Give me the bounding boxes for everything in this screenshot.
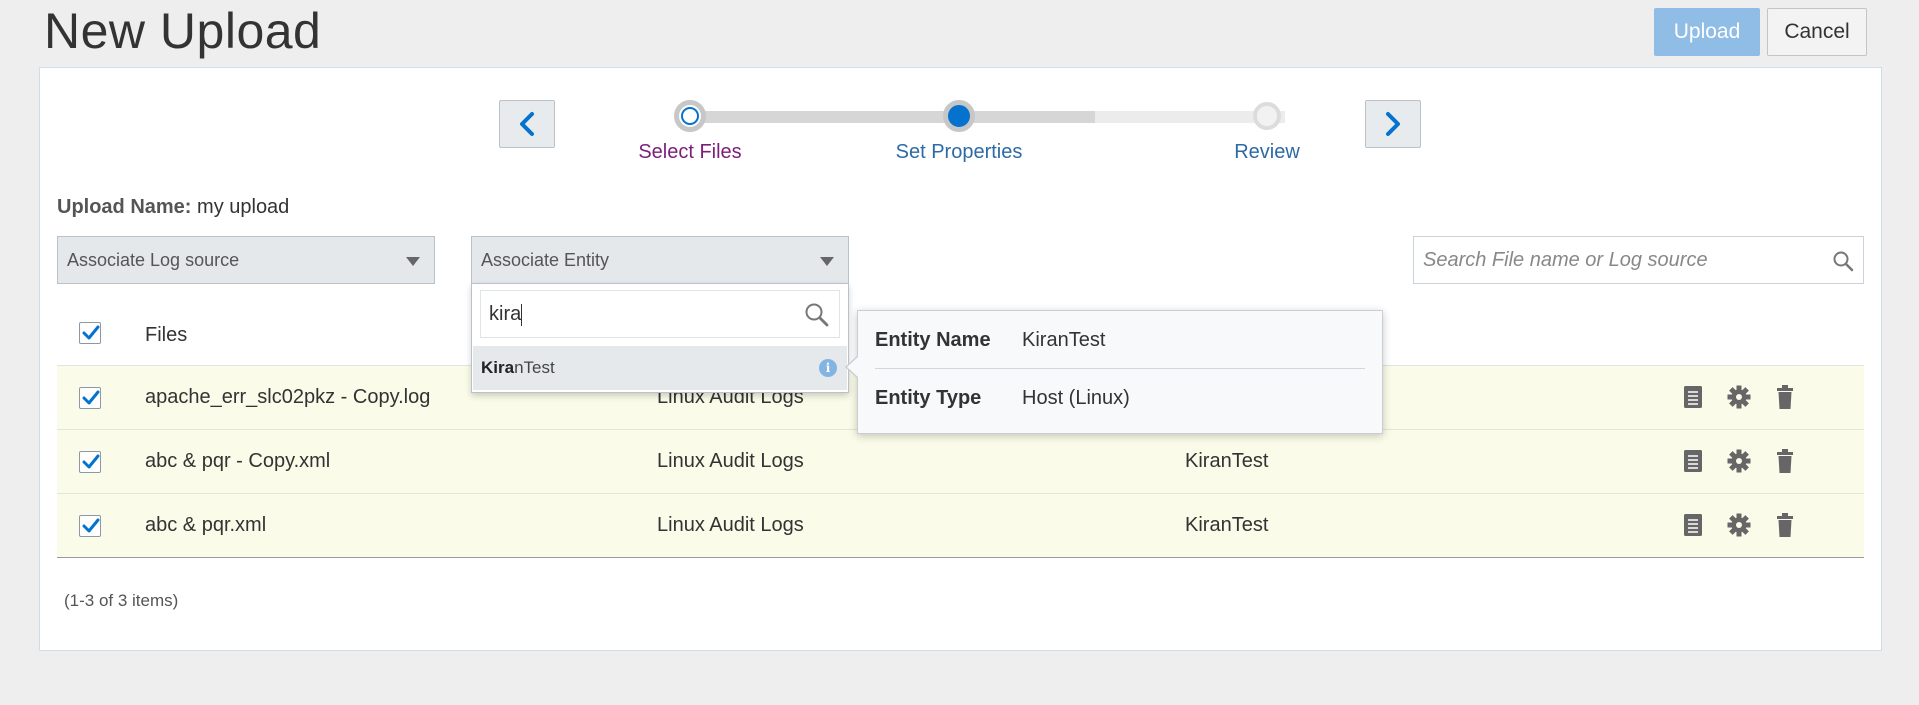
associate-entity-label: Associate Entity <box>481 250 610 270</box>
search-icon[interactable] <box>1831 249 1855 273</box>
checkmark-icon <box>82 518 100 533</box>
train-stop-select-files[interactable] <box>674 100 706 132</box>
next-step-button[interactable] <box>1365 100 1421 148</box>
file-name: abc & pqr.xml <box>145 514 267 536</box>
details-icon[interactable] <box>1680 383 1706 411</box>
upload-button[interactable]: Upload <box>1654 8 1760 56</box>
checkmark-icon <box>82 325 100 340</box>
upload-name: Upload Name: my upload <box>57 196 289 219</box>
associate-log-source-select[interactable]: Associate Log source <box>57 236 435 284</box>
entity-details-popover: Entity Name KiranTest Entity Type Host (… <box>845 310 1383 434</box>
entity-type-value: Host (Linux) <box>1022 387 1130 409</box>
train-label-select-files[interactable]: Select Files <box>590 141 790 164</box>
file-name: apache_err_slc02pkz - Copy.log <box>145 386 431 408</box>
train-label-review[interactable]: Review <box>1167 141 1367 164</box>
select-all-checkbox[interactable] <box>79 322 101 344</box>
checkmark-icon <box>82 390 100 405</box>
entity-dropdown: kira KiranTest i <box>471 283 849 393</box>
train-track-completed <box>691 111 1135 123</box>
trash-icon[interactable] <box>1772 447 1798 475</box>
row-actions <box>1680 447 1798 475</box>
cancel-button[interactable]: Cancel <box>1767 8 1867 56</box>
gear-icon[interactable] <box>1726 383 1752 411</box>
entity-name-row: Entity Name KiranTest <box>875 311 1365 369</box>
caret-down-icon <box>820 257 834 266</box>
associate-log-source-label: Associate Log source <box>67 250 240 270</box>
row-checkbox[interactable] <box>79 387 101 409</box>
gear-icon[interactable] <box>1726 511 1752 539</box>
items-count: (1-3 of 3 items) <box>64 591 179 610</box>
text-cursor <box>521 303 523 326</box>
upload-name-value: my upload <box>197 196 290 218</box>
search-icon[interactable] <box>803 301 831 329</box>
option-match-text: Kira <box>481 358 515 377</box>
upload-name-label: Upload Name: <box>57 196 192 218</box>
trash-icon[interactable] <box>1772 383 1798 411</box>
row-actions <box>1680 511 1798 539</box>
checkmark-icon <box>82 454 100 469</box>
chevron-right-icon <box>1386 112 1400 136</box>
gear-icon[interactable] <box>1726 447 1752 475</box>
log-source: Linux Audit Logs <box>657 450 804 472</box>
train-stop-review[interactable] <box>1253 102 1281 130</box>
search-placeholder: Search File name or Log source <box>1423 249 1708 271</box>
entity-search-query: kira <box>489 303 522 325</box>
train-stop-set-properties[interactable] <box>943 100 975 132</box>
associate-entity-select[interactable]: Associate Entity <box>471 236 849 284</box>
caret-down-icon <box>406 257 420 266</box>
entity-name-value: KiranTest <box>1022 329 1106 351</box>
log-source: Linux Audit Logs <box>657 514 804 536</box>
row-actions <box>1680 383 1798 411</box>
entity-type-label: Entity Type <box>875 387 982 409</box>
entity: KiranTest <box>1185 514 1269 536</box>
chevron-left-icon <box>520 112 534 136</box>
entity-option-kirantest[interactable]: KiranTest i <box>473 346 847 390</box>
entity-type-row: Entity Type Host (Linux) <box>875 369 1365 427</box>
table-row[interactable]: abc & pqr.xml Linux Audit Logs KiranTest <box>57 494 1864 558</box>
table-row[interactable]: abc & pqr - Copy.xml Linux Audit Logs Ki… <box>57 430 1864 494</box>
column-header-files: Files <box>145 324 188 346</box>
file-search-input[interactable]: Search File name or Log source <box>1413 236 1864 284</box>
row-checkbox[interactable] <box>79 451 101 473</box>
entity-name-label: Entity Name <box>875 329 991 351</box>
info-icon[interactable]: i <box>819 359 837 377</box>
details-icon[interactable] <box>1680 511 1706 539</box>
row-checkbox[interactable] <box>79 515 101 537</box>
option-rest-text: nTest <box>514 358 555 377</box>
entity-search-input[interactable]: kira <box>480 290 840 338</box>
previous-step-button[interactable] <box>499 100 555 148</box>
file-name: abc & pqr - Copy.xml <box>145 450 331 472</box>
trash-icon[interactable] <box>1772 511 1798 539</box>
entity: KiranTest <box>1185 450 1269 472</box>
details-icon[interactable] <box>1680 447 1706 475</box>
train-label-set-properties[interactable]: Set Properties <box>859 141 1059 164</box>
page-title: New Upload <box>44 3 322 59</box>
